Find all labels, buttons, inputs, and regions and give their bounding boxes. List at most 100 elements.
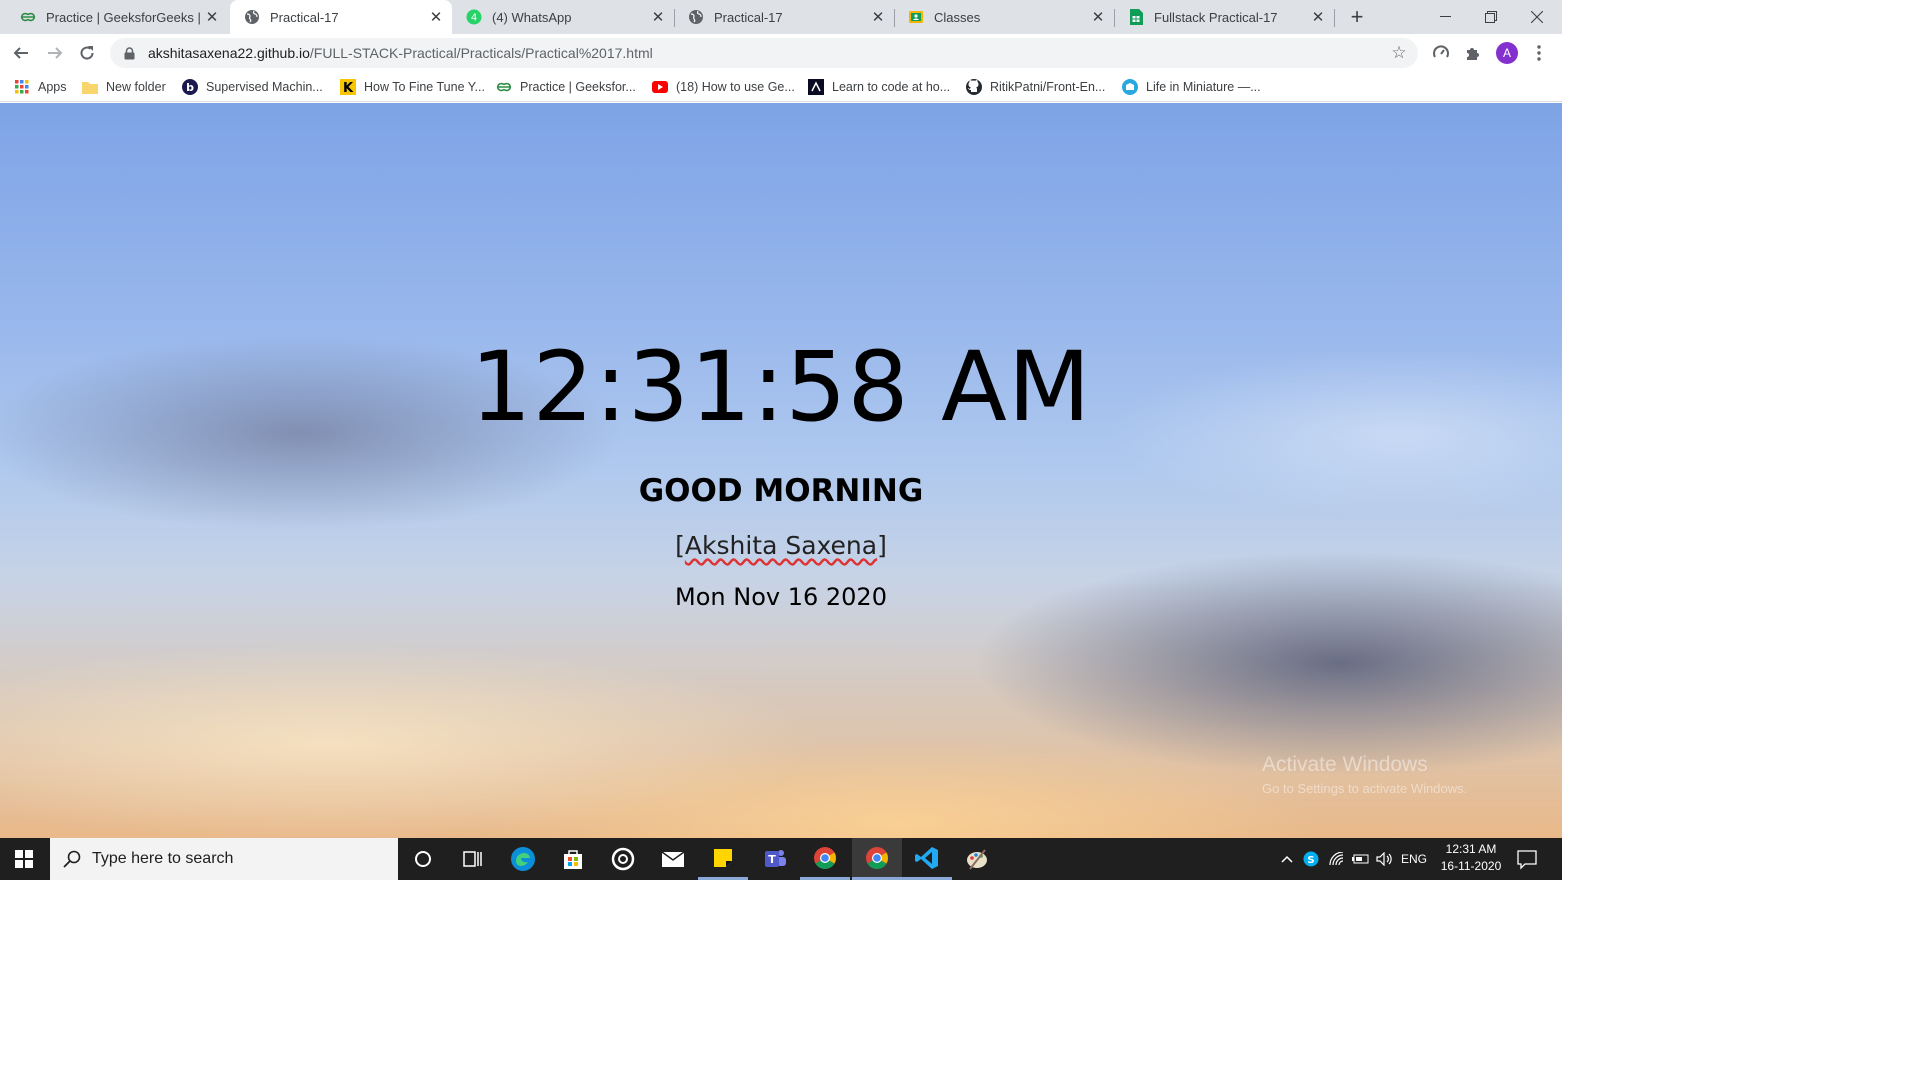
close-icon[interactable]: ✕ <box>870 9 886 26</box>
apps-grid-icon <box>14 79 30 95</box>
taskbar-groove[interactable] <box>598 838 648 880</box>
blank-area-right <box>1562 0 1928 1082</box>
name-bracket-open: [ <box>675 531 685 560</box>
taskbar-paint[interactable] <box>952 838 1002 880</box>
restore-button[interactable] <box>1468 0 1514 34</box>
url-path: /FULL-STACK-Practical/Practicals/Practic… <box>309 45 653 61</box>
tab-geeksforgeeks[interactable]: Practice | GeeksforGeeks | A c ✕ <box>6 0 228 34</box>
chrome-icon <box>866 846 888 869</box>
reload-icon <box>80 46 94 60</box>
close-icon[interactable]: ✕ <box>1090 9 1106 26</box>
close-window-button[interactable] <box>1514 0 1560 34</box>
volume-button[interactable] <box>1374 838 1396 880</box>
minimize-button[interactable] <box>1422 0 1468 34</box>
start-button[interactable] <box>0 838 48 880</box>
chrome-icon <box>814 846 836 869</box>
address-bar[interactable]: akshitasaxena22.github.io/FULL-STACK-Pra… <box>110 38 1418 68</box>
wifi-icon <box>1329 852 1344 866</box>
reload-button[interactable] <box>72 38 102 68</box>
task-view-button[interactable] <box>448 838 498 880</box>
forward-button[interactable] <box>40 38 70 68</box>
close-icon[interactable]: ✕ <box>1310 9 1326 26</box>
tab-whatsapp[interactable]: 4 (4) WhatsApp ✕ <box>452 0 674 34</box>
back-button[interactable] <box>6 38 36 68</box>
close-icon[interactable]: ✕ <box>650 9 666 26</box>
svg-text:T: T <box>768 853 776 866</box>
taskbar-mail[interactable] <box>648 838 698 880</box>
digital-clock: 12:31:58 AM <box>470 331 1092 443</box>
bookmark-new-folder[interactable]: New folder <box>82 78 166 96</box>
bookmark-youtube[interactable]: (18) How to use Ge... <box>652 78 795 96</box>
taskbar-clock[interactable]: 12:31 AM 16-11-2020 <box>1430 841 1512 875</box>
new-tab-button[interactable]: + <box>1346 4 1368 29</box>
chevron-up-icon <box>1281 855 1293 863</box>
youtube-icon <box>652 79 668 95</box>
taskbar-chrome[interactable] <box>800 838 850 880</box>
network-button[interactable] <box>1326 838 1348 880</box>
microsoft-store-icon <box>564 850 582 869</box>
tray-app-icon[interactable]: S <box>1300 838 1322 880</box>
google-sheets-icon <box>1128 9 1144 25</box>
taskbar-store[interactable] <box>548 838 598 880</box>
notification-center-button[interactable] <box>1516 848 1538 870</box>
cortana-button[interactable] <box>398 838 448 880</box>
tab-title: Practical-17 <box>714 9 783 25</box>
browser-toolbar: akshitasaxena22.github.io/FULL-STACK-Pra… <box>0 34 1562 72</box>
search-placeholder: Type here to search <box>92 850 234 867</box>
task-view-icon <box>463 851 482 867</box>
bookmark-label: New folder <box>106 80 166 94</box>
taskbar-search[interactable]: Type here to search <box>50 838 398 880</box>
mail-icon <box>661 851 685 867</box>
menu-kebab-icon[interactable] <box>1528 42 1550 64</box>
tab-classes[interactable]: Classes ✕ <box>894 0 1114 34</box>
taskbar-sticky-notes[interactable] <box>698 838 748 880</box>
watermark-title: Activate Windows <box>1262 753 1428 776</box>
battery-icon <box>1352 854 1369 864</box>
vscode-icon <box>915 846 938 869</box>
bookmark-github[interactable]: RitikPatni/Front-En... <box>966 78 1105 96</box>
svg-text:b: b <box>186 81 194 94</box>
bookmark-star-icon[interactable]: ☆ <box>1390 44 1408 62</box>
taskbar-edge[interactable] <box>498 838 548 880</box>
bookmark-label: How To Fine Tune Y... <box>364 80 485 94</box>
close-icon[interactable]: ✕ <box>204 9 220 26</box>
performance-gauge-icon[interactable] <box>1430 42 1452 64</box>
bookmark-fine-tune[interactable]: K How To Fine Tune Y... <box>340 78 485 96</box>
user-name: [Akshita Saxena] <box>0 531 1562 560</box>
tab-practical-17-active[interactable]: Practical-17 ✕ <box>230 0 452 34</box>
name-text: Akshita Saxena <box>684 531 878 560</box>
tab-practical-17[interactable]: Practical-17 ✕ <box>674 0 894 34</box>
bookmark-label: Practice | Geeksfor... <box>520 80 636 94</box>
taskbar-vscode[interactable] <box>902 838 952 880</box>
tab-title: Classes <box>934 9 981 25</box>
groove-music-icon <box>611 847 635 871</box>
language-indicator[interactable]: ENG <box>1398 838 1430 880</box>
bookmark-practice-geeksforgeeks[interactable]: Practice | Geeksfor... <box>496 78 636 96</box>
blank-area <box>0 880 1562 1082</box>
profile-avatar[interactable]: A <box>1496 42 1518 64</box>
whatsapp-icon: 4 <box>466 9 482 25</box>
close-icon[interactable]: ✕ <box>428 9 444 26</box>
bookmark-label: Supervised Machin... <box>206 80 323 94</box>
tab-fullstack-practical-17[interactable]: Fullstack Practical-17 ✕ <box>1114 0 1334 34</box>
bookmark-label: Learn to code at ho... <box>832 80 951 94</box>
extensions-puzzle-icon[interactable] <box>1462 42 1484 64</box>
bookmark-supervised-machine[interactable]: b Supervised Machin... <box>182 78 323 96</box>
watermark-subtitle: Go to Settings to activate Windows. <box>1262 781 1468 796</box>
b-circle-icon: b <box>182 79 198 95</box>
bookmark-apps[interactable]: Apps <box>14 78 67 96</box>
show-hidden-icons-button[interactable] <box>1276 838 1298 880</box>
battery-button[interactable] <box>1350 838 1372 880</box>
lock-icon <box>122 46 136 60</box>
cortana-circle-icon <box>415 851 431 867</box>
globe-icon <box>688 9 704 25</box>
bookmark-life-in-miniature[interactable]: Life in Miniature —... <box>1122 78 1261 96</box>
windows-taskbar: Type here to search T S ENG 12:31 AM 16-… <box>0 838 1562 880</box>
svg-text:S: S <box>1307 855 1314 866</box>
bookmark-label: Apps <box>38 80 67 94</box>
teams-icon: T <box>765 850 786 867</box>
taskbar-teams[interactable]: T <box>750 838 800 880</box>
globe-icon <box>244 9 260 25</box>
bookmark-freecodecamp[interactable]: Learn to code at ho... <box>808 78 950 96</box>
taskbar-chrome-active[interactable] <box>852 838 902 880</box>
